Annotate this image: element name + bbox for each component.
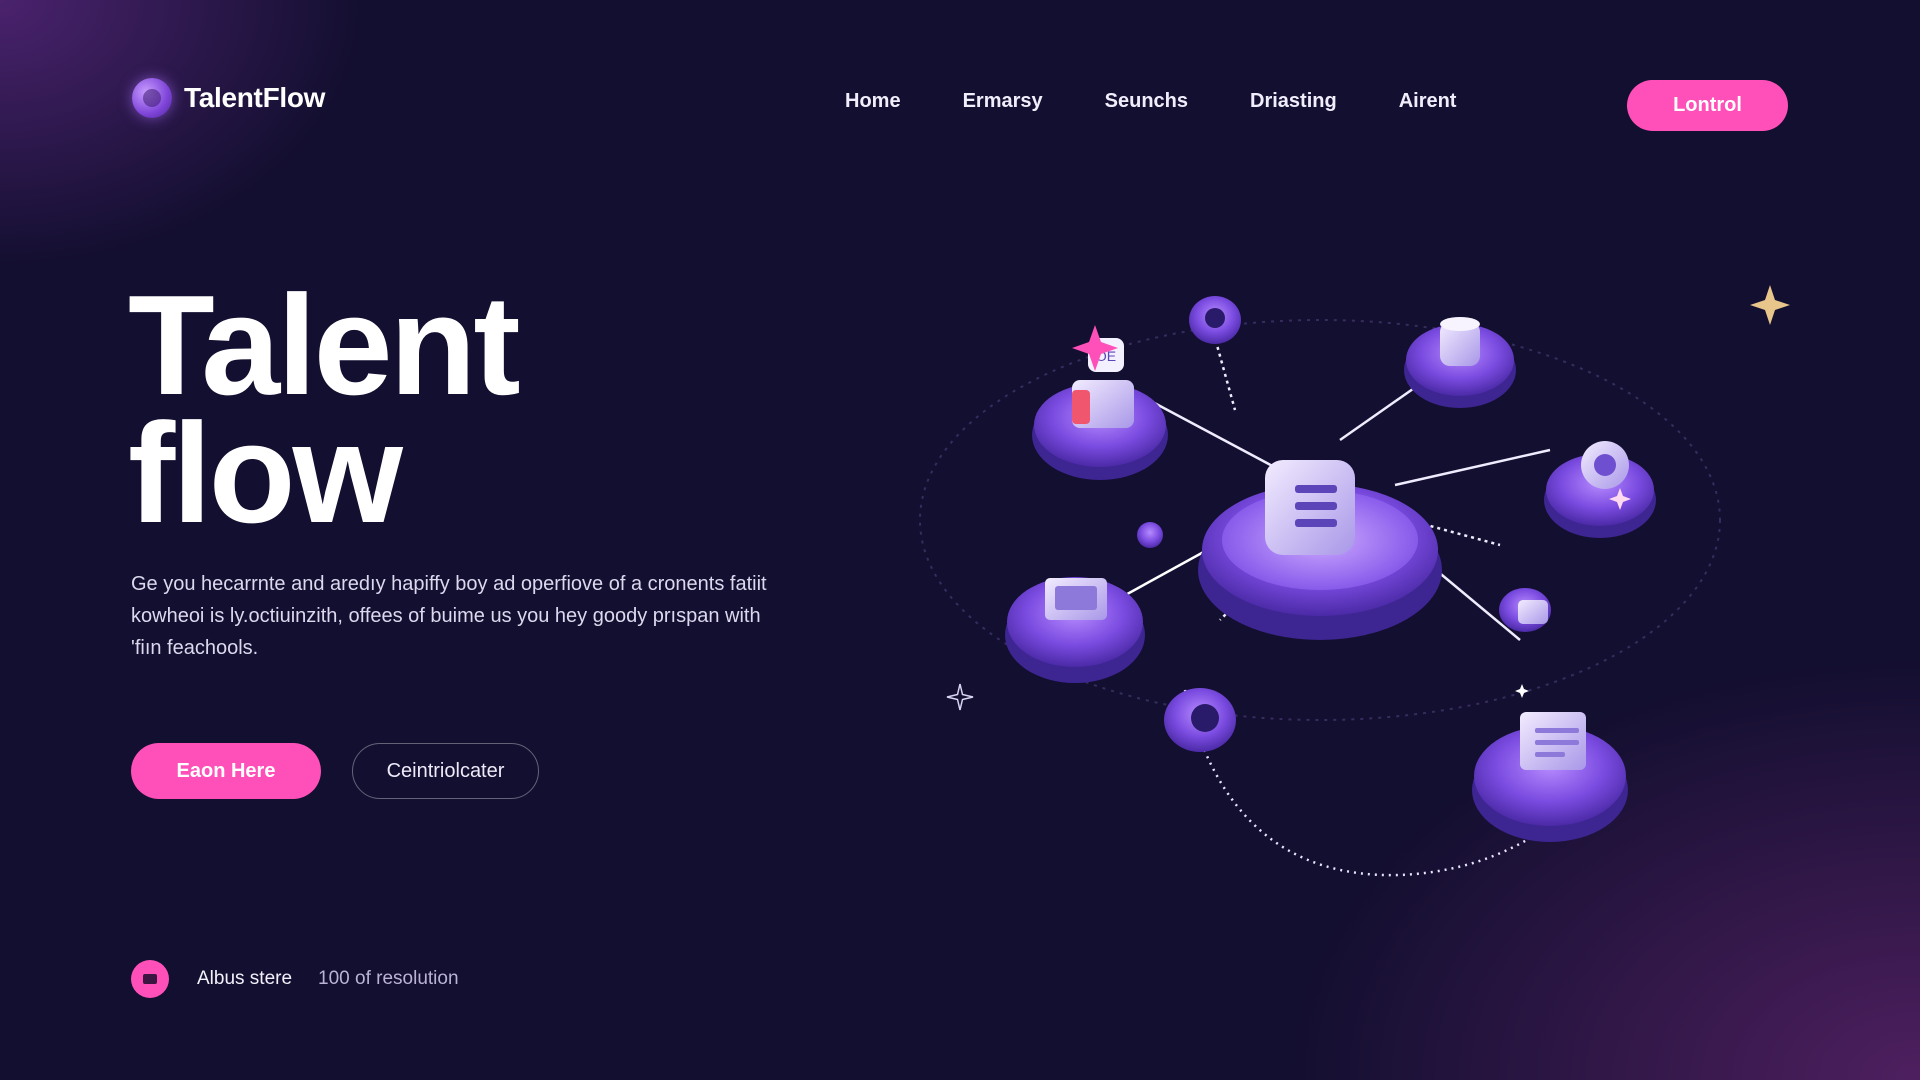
brand-logo[interactable]: TalentFlow	[132, 78, 325, 118]
nav-item-home[interactable]: Home	[845, 90, 901, 113]
hero-title: Talent flow	[128, 266, 521, 553]
hero-title-line-2: flow	[128, 394, 403, 553]
document-icon	[1472, 712, 1628, 842]
main-nav: Home Ermarsy Seunchs Driasting Airent	[845, 90, 1456, 113]
header-cta-button[interactable]: Lontrol	[1627, 80, 1788, 131]
sparkle-icon-gold	[1750, 285, 1790, 325]
hero-description: Ge you hecarrnte and aredıy hapiffy boy …	[131, 573, 767, 659]
target-icon	[1544, 441, 1656, 538]
stat-value: 100 of resolution	[318, 968, 459, 989]
network-illustration: OE	[919, 285, 1790, 877]
secondary-cta-button[interactable]: Ceintriolcater	[352, 743, 539, 799]
location-icon	[1189, 296, 1241, 344]
stat-badge-icon	[131, 960, 169, 998]
nav-item-5[interactable]: Airent	[1399, 90, 1457, 113]
nav-item-3[interactable]: Seunchs	[1105, 90, 1188, 113]
database-icon	[1404, 317, 1516, 408]
primary-cta-button[interactable]: Eaon Here	[131, 743, 321, 799]
network-hub-icon	[1198, 460, 1442, 640]
hero-title-line-1: Talent	[128, 266, 521, 425]
sparkle-outline-icon	[946, 683, 974, 711]
nav-item-4[interactable]: Driasting	[1250, 90, 1337, 113]
ring-node-icon	[1164, 688, 1236, 752]
brand-name: TalentFlow	[184, 82, 326, 113]
laptop-icon	[1005, 577, 1145, 683]
nav-item-2[interactable]: Ermarsy	[963, 90, 1043, 113]
footer-stat: Albus stere 100 of resolution	[131, 960, 459, 998]
chat-node-icon	[1499, 588, 1551, 632]
logo-orb-icon	[132, 78, 172, 118]
small-orb-icon	[1137, 522, 1163, 548]
stat-label: Albus stere	[197, 968, 293, 989]
message-icon: OE	[1032, 338, 1168, 480]
sparkle-icon-tiny	[1515, 684, 1529, 698]
